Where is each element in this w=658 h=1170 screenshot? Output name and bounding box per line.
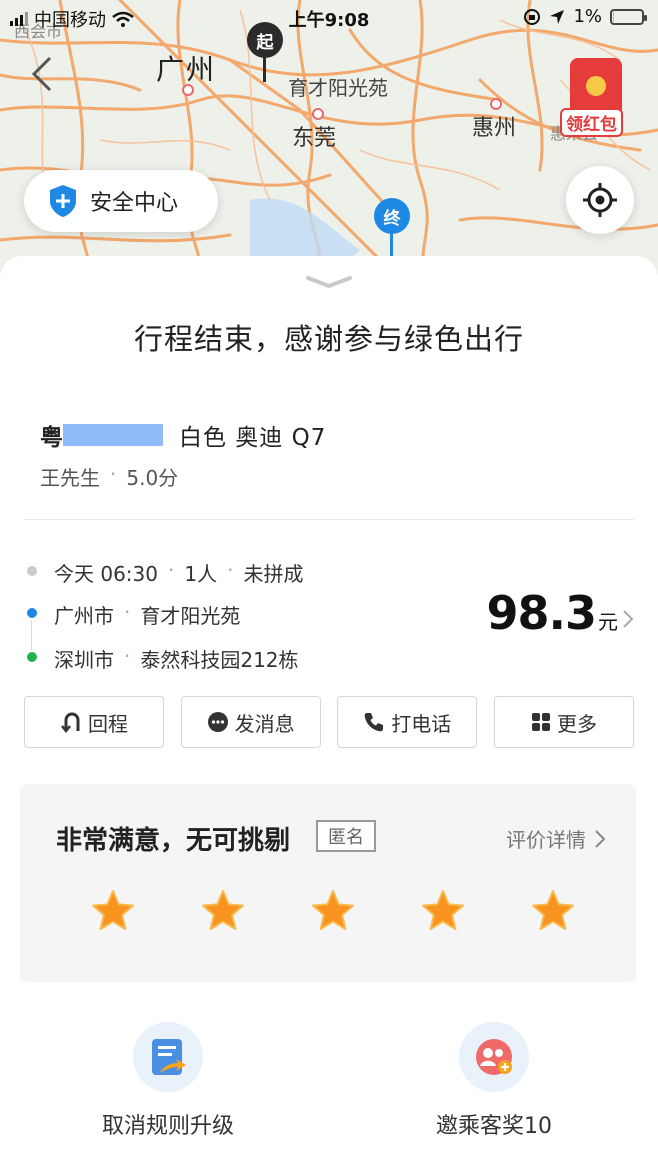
- anonymous-badge: 匿名: [316, 820, 376, 852]
- plate-redaction: [63, 424, 163, 446]
- passenger-count: 1人: [184, 562, 218, 586]
- page-title: 行程结束，感谢参与绿色出行: [133, 322, 524, 356]
- chevron-left-icon: [31, 56, 52, 92]
- invite-passenger-label: 邀乘客奖10: [436, 1114, 552, 1139]
- rating-title: 非常满意，无可挑剔: [56, 826, 291, 856]
- map-label-guangzhou: 广州: [156, 53, 217, 86]
- destination-address: 泰然科技园212栋: [140, 648, 299, 672]
- crosshair-icon: [583, 183, 617, 217]
- document-upgrade-icon: [133, 1022, 203, 1092]
- shield-icon: [50, 185, 76, 217]
- end-pin: 终: [374, 198, 410, 234]
- invite-passenger-button[interactable]: 邀乘客奖10: [384, 1022, 604, 1140]
- carrier-name: 中国移动: [34, 10, 106, 31]
- trip-time: 今天 06:30: [54, 562, 158, 586]
- location-arrow-icon: [550, 9, 565, 24]
- car-description: 白色 奥迪 Q7: [179, 425, 327, 451]
- city-marker: [182, 84, 194, 96]
- price-currency: 元: [598, 610, 618, 634]
- call-label: 打电话: [391, 711, 452, 736]
- cancel-rules-upgrade-button[interactable]: 取消规则升级: [58, 1022, 278, 1140]
- cancel-rules-upgrade-label: 取消规则升级: [101, 1114, 234, 1139]
- battery-icon: [610, 8, 647, 25]
- more-button[interactable]: 更多: [493, 696, 634, 748]
- red-packet-label: 领红包: [560, 108, 623, 137]
- trip-summary-sheet: 行程结束，感谢参与绿色出行 粤 白色 奥迪 Q7 王先生 · 5.0分 今天 0…: [0, 256, 658, 1170]
- trip-details: 今天 06:30 · 1人 · 未拼成 广州市 · 育才阳光苑 深圳市 · 泰然…: [24, 556, 634, 676]
- car-info: 粤 白色 奥迪 Q7: [40, 418, 326, 452]
- safety-center-button[interactable]: 安全中心: [24, 170, 218, 232]
- map-view[interactable]: 西会市 广州 育才阳光苑 东莞 惠州 惠来会 起 终 领红包 中国移动 上: [0, 0, 658, 300]
- status-time: 上午9:08: [288, 10, 370, 31]
- separator: ·: [110, 462, 117, 486]
- more-label: 更多: [556, 711, 597, 736]
- destination-dot: [27, 652, 37, 662]
- rating-detail-link[interactable]: 评价详情: [506, 824, 606, 853]
- invite-passenger-icon: [459, 1022, 529, 1092]
- locate-button[interactable]: [566, 166, 634, 234]
- route-line: [31, 620, 32, 650]
- end-pin-stem: [390, 232, 393, 258]
- message-icon: [207, 712, 228, 732]
- meta-dot: [27, 566, 37, 576]
- bottom-shortcuts: 取消规则升级 邀乘客奖10: [0, 1022, 658, 1162]
- grid-more-icon: [531, 713, 550, 731]
- sheet-handle[interactable]: [304, 272, 354, 292]
- send-message-label: 发消息: [234, 711, 295, 736]
- map-label-dongguan: 东莞: [292, 126, 337, 151]
- battery-percent: 1%: [573, 6, 602, 27]
- destination-city: 深圳市: [54, 648, 114, 672]
- rating-card: 非常满意，无可挑剔 匿名 评价详情: [20, 784, 636, 982]
- trip-meta: 今天 06:30 · 1人 · 未拼成: [54, 558, 304, 586]
- trip-origin: 广州市 · 育才阳光苑: [54, 600, 241, 628]
- plate-prefix: 粤: [40, 425, 63, 451]
- trip-destination: 深圳市 · 泰然科技园212栋: [54, 644, 299, 672]
- star-icon[interactable]: [200, 888, 246, 934]
- start-pin-stem: [263, 56, 266, 82]
- orientation-lock-icon: [524, 8, 541, 25]
- call-button[interactable]: 打电话: [337, 696, 478, 748]
- price-amount: 98.3: [486, 586, 597, 640]
- map-label-start-address: 育才阳光苑: [288, 76, 388, 100]
- red-packet-button[interactable]: 领红包: [558, 58, 638, 138]
- phone-icon: [364, 713, 384, 732]
- chevron-down-icon: [306, 276, 352, 289]
- safety-center-label: 安全中心: [90, 191, 179, 216]
- origin-address: 育才阳光苑: [140, 604, 241, 628]
- carpool-status: 未拼成: [243, 562, 304, 586]
- star-icon[interactable]: [420, 888, 466, 934]
- origin-dot: [27, 608, 37, 618]
- map-label-huizhou: 惠州: [472, 116, 517, 141]
- status-bar: 中国移动 上午9:08 1%: [0, 0, 658, 36]
- return-trip-label: 回程: [88, 711, 128, 736]
- action-bar: 回程 发消息 打电话 更多: [24, 696, 634, 748]
- back-button[interactable]: [26, 54, 60, 94]
- return-trip-icon: [61, 712, 80, 733]
- driver-rating: 5.0分: [126, 466, 179, 490]
- coin-icon: [586, 76, 606, 96]
- signal-icon: [10, 12, 28, 26]
- price-detail-link[interactable]: 98.3 元: [487, 586, 635, 640]
- wifi-icon: [112, 11, 134, 27]
- chevron-right-icon: [595, 829, 606, 848]
- return-trip-button[interactable]: 回程: [24, 696, 164, 748]
- star-icon[interactable]: [530, 888, 576, 934]
- city-marker: [312, 108, 324, 120]
- divider: [24, 519, 634, 520]
- rating-detail-label: 评价详情: [506, 828, 586, 852]
- city-marker: [490, 98, 502, 110]
- star-icon[interactable]: [90, 888, 136, 934]
- chevron-right-icon: [623, 610, 634, 628]
- origin-city: 广州市: [54, 604, 114, 628]
- driver-info: 王先生 · 5.0分: [40, 462, 178, 491]
- star-rating: [90, 888, 576, 934]
- send-message-button[interactable]: 发消息: [180, 696, 321, 748]
- star-icon[interactable]: [310, 888, 356, 934]
- driver-name: 王先生: [40, 466, 100, 490]
